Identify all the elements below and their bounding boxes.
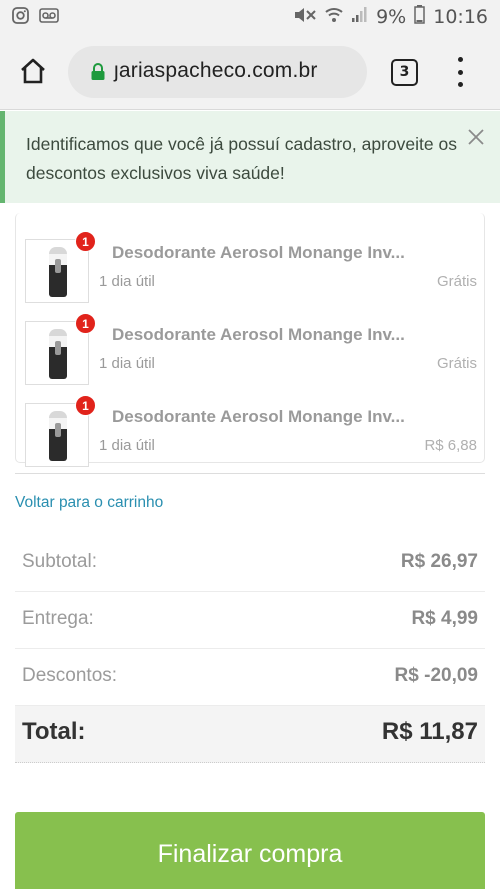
- battery-percent: 9%: [376, 6, 407, 28]
- subtotal-value: R$ 26,97: [400, 551, 478, 572]
- delivery-time: 1 dia útil: [99, 273, 155, 290]
- back-to-cart-link[interactable]: Voltar para o carrinho: [15, 494, 163, 512]
- delivery-time: 1 dia útil: [99, 437, 155, 454]
- close-icon[interactable]: [466, 127, 486, 147]
- quantity-badge: 1: [75, 395, 96, 416]
- product-name: Desodorante Aerosol Monange Inv...: [112, 325, 405, 344]
- divider: [15, 473, 485, 474]
- checkout-page: 9% 10:16 ȷariaspacheco.com.br 3 Identifi…: [0, 0, 500, 889]
- mute-icon: [293, 6, 317, 29]
- item-shipping-price: Grátis: [436, 355, 477, 372]
- signal-icon: [351, 6, 368, 28]
- list-item[interactable]: 1 Desodorante Aerosol Monange Inv... 1 d…: [16, 231, 486, 303]
- product-name: Desodorante Aerosol Monange Inv...: [112, 243, 405, 262]
- total-label: Total:: [22, 718, 86, 745]
- quantity-badge: 1: [75, 313, 96, 334]
- item-price: R$ 6,88: [424, 437, 477, 454]
- total-row: Total: R$ 11,87: [15, 706, 485, 763]
- total-value: R$ 11,87: [381, 718, 478, 745]
- url-text: ȷariaspacheco.com.br: [114, 59, 318, 82]
- quantity-badge: 1: [75, 231, 96, 252]
- lock-icon: [90, 63, 106, 81]
- tab-switcher-button[interactable]: 3: [391, 59, 418, 86]
- delivery-label: Entrega:: [22, 608, 94, 629]
- notice-text: Identificamos que você já possuí cadastr…: [26, 134, 457, 183]
- subtotal-label: Subtotal:: [22, 551, 97, 572]
- list-item[interactable]: 1 Desodorante Aerosol Monange Inv... 1 d…: [16, 313, 486, 385]
- discount-label: Descontos:: [22, 665, 118, 686]
- status-bar: 9% 10:16: [0, 0, 500, 34]
- list-item[interactable]: 1 Desodorante Aerosol Monange Inv... 1 d…: [16, 395, 486, 467]
- delivery-time: 1 dia útil: [99, 355, 155, 372]
- item-shipping-price: Grátis: [436, 273, 477, 290]
- checkout-button[interactable]: Finalizar compra: [15, 812, 485, 889]
- instagram-icon: [12, 7, 29, 28]
- product-name: Desodorante Aerosol Monange Inv...: [112, 407, 405, 426]
- subtotal-row: Subtotal: R$ 26,97: [15, 535, 485, 592]
- registered-user-notice: Identificamos que você já possuí cadastr…: [0, 111, 500, 203]
- more-menu-icon[interactable]: [453, 57, 467, 87]
- browser-toolbar: ȷariaspacheco.com.br 3: [0, 34, 500, 110]
- clock: 10:16: [433, 6, 488, 28]
- discount-row: Descontos: R$ -20,09: [15, 649, 485, 706]
- cart-items-list: 1 Desodorante Aerosol Monange Inv... 1 d…: [15, 213, 486, 467]
- delivery-value: R$ 4,99: [411, 608, 478, 629]
- battery-icon: [414, 5, 425, 29]
- wifi-icon: [325, 6, 343, 29]
- voicemail-icon: [39, 7, 59, 28]
- delivery-row: Entrega: R$ 4,99: [15, 592, 485, 649]
- address-bar[interactable]: ȷariaspacheco.com.br: [68, 46, 367, 98]
- discount-value: R$ -20,09: [394, 665, 478, 686]
- home-icon[interactable]: [18, 56, 48, 86]
